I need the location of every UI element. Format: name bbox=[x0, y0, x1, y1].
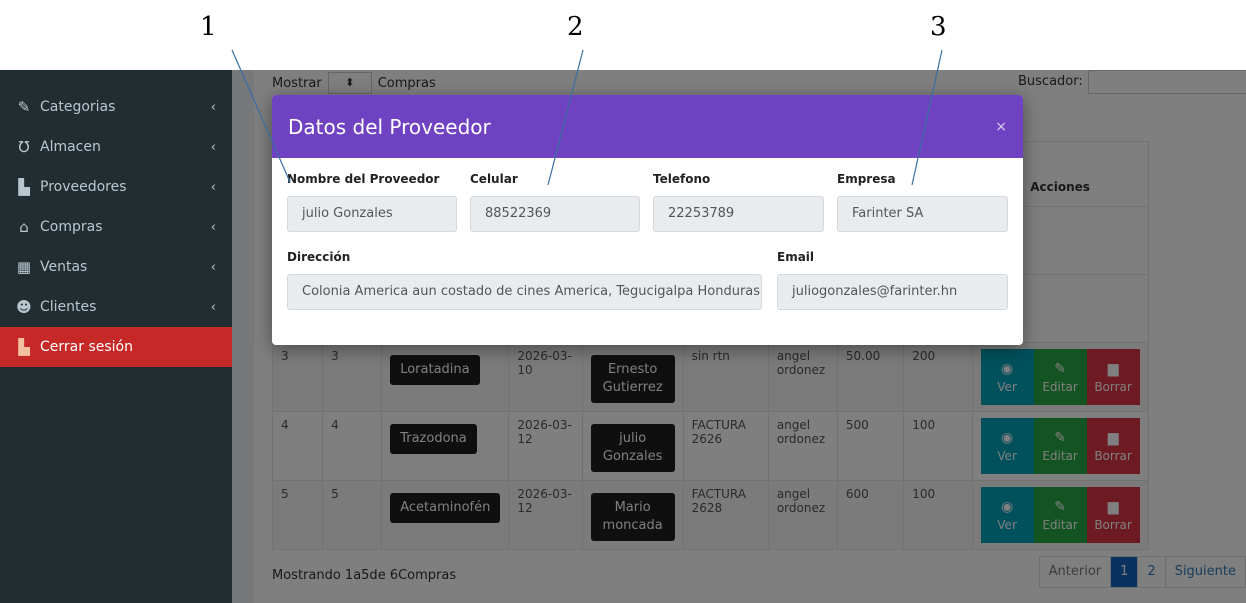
sidebar: ✎ Categorias ‹ ℧ Almacen ‹ ▙ Proveedores… bbox=[0, 70, 232, 603]
annotation-number-2: 2 bbox=[567, 12, 584, 42]
chevron-left-icon: ‹ bbox=[210, 299, 216, 315]
sidebar-item-label: Almacen bbox=[40, 139, 101, 155]
sidebar-item-label: Ventas bbox=[40, 259, 88, 275]
field-nombre: Nombre del Proveedor julio Gonzales bbox=[287, 172, 457, 232]
sidebar-item-logout[interactable]: ▙ Cerrar sesión bbox=[0, 327, 232, 367]
modal-header: Datos del Proveedor × bbox=[272, 95, 1023, 158]
direccion-field[interactable]: Colonia America aun costado de cines Ame… bbox=[287, 274, 762, 310]
field-label: Nombre del Proveedor bbox=[287, 172, 440, 186]
sidebar-item-clientes[interactable]: ☻ Clientes ‹ bbox=[0, 287, 232, 327]
sidebar-item-label: Categorias bbox=[40, 99, 116, 115]
field-label: Empresa bbox=[837, 172, 896, 186]
supplier-modal: Datos del Proveedor × Nombre del Proveed… bbox=[272, 95, 1023, 345]
sidebar-item-proveedores[interactable]: ▙ Proveedores ‹ bbox=[0, 167, 232, 207]
basket-icon: ⌂ bbox=[19, 218, 29, 236]
sidebar-item-compras[interactable]: ⌂ Compras ‹ bbox=[0, 207, 232, 247]
users-icon: ☻ bbox=[16, 298, 32, 316]
sidebar-item-label: Cerrar sesión bbox=[40, 339, 133, 355]
field-telefono: Telefono 22253789 bbox=[653, 172, 824, 232]
annotation-number-3: 3 bbox=[930, 12, 947, 42]
chevron-left-icon: ‹ bbox=[210, 259, 216, 275]
celular-field[interactable]: 88522369 bbox=[470, 196, 640, 232]
chevron-left-icon: ‹ bbox=[210, 179, 216, 195]
logout-icon: ▙ bbox=[18, 338, 30, 356]
sidebar-item-label: Clientes bbox=[40, 299, 97, 315]
chevron-left-icon: ‹ bbox=[210, 139, 216, 155]
field-label: Celular bbox=[470, 172, 518, 186]
chevron-left-icon: ‹ bbox=[210, 99, 216, 115]
telefono-field[interactable]: 22253789 bbox=[653, 196, 824, 232]
empresa-field[interactable]: Farinter SA bbox=[837, 196, 1008, 232]
modal-body: Nombre del Proveedor julio Gonzales Celu… bbox=[272, 158, 1023, 345]
sidebar-item-label: Proveedores bbox=[40, 179, 127, 195]
modal-title: Datos del Proveedor bbox=[288, 114, 491, 139]
close-icon[interactable]: × bbox=[995, 119, 1007, 135]
sidebar-item-ventas[interactable]: ▦ Ventas ‹ bbox=[0, 247, 232, 287]
field-label: Telefono bbox=[653, 172, 711, 186]
field-celular: Celular 88522369 bbox=[470, 172, 640, 232]
field-email: Email juliogonzales@farinter.hn bbox=[777, 250, 1008, 310]
sidebar-item-categorias[interactable]: ✎ Categorias ‹ bbox=[0, 87, 232, 127]
field-direccion: Dirección Colonia America aun costado de… bbox=[287, 250, 762, 310]
magic-wand-icon: ✎ bbox=[17, 98, 31, 116]
field-label: Email bbox=[777, 250, 815, 264]
chevron-left-icon: ‹ bbox=[210, 219, 216, 235]
email-field[interactable]: juliogonzales@farinter.hn bbox=[777, 274, 1008, 310]
cash-register-icon: ▦ bbox=[16, 258, 32, 276]
field-empresa: Empresa Farinter SA bbox=[837, 172, 1008, 232]
pill-icon: ℧ bbox=[18, 138, 30, 156]
industry-icon: ▙ bbox=[18, 178, 30, 196]
sidebar-item-label: Compras bbox=[40, 219, 103, 235]
field-label: Dirección bbox=[287, 250, 351, 264]
sidebar-item-almacen[interactable]: ℧ Almacen ‹ bbox=[0, 127, 232, 167]
annotation-number-1: 1 bbox=[200, 12, 217, 42]
nombre-field[interactable]: julio Gonzales bbox=[287, 196, 457, 232]
